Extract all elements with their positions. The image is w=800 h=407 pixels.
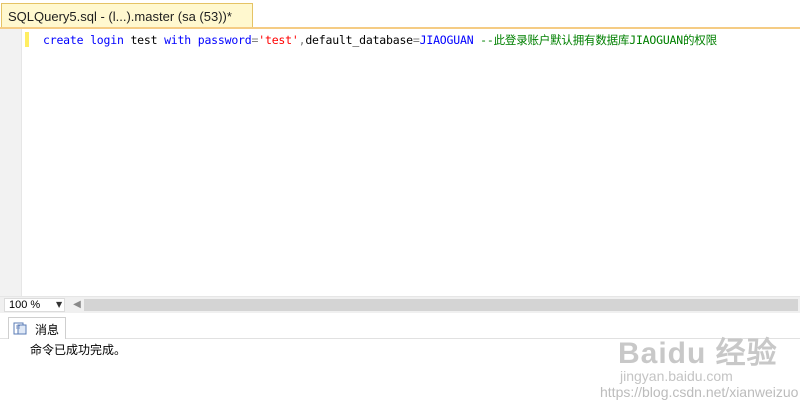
change-indicator xyxy=(25,32,29,47)
results-pane[interactable]: 命令已成功完成。 xyxy=(0,339,800,407)
default-database-option: default_database xyxy=(305,33,413,47)
keyword-create: create xyxy=(43,33,84,47)
database-name: JIAOGUAN xyxy=(419,33,474,47)
keyword-with: with xyxy=(164,33,191,47)
zoom-dropdown[interactable]: 100 % ▼ xyxy=(4,298,65,312)
scroll-left-arrow-icon[interactable]: ◀ xyxy=(70,297,84,313)
operator-equals-2: = xyxy=(412,33,420,47)
chevron-down-icon: ▼ xyxy=(56,300,63,309)
password-string: 'test' xyxy=(258,33,299,47)
horizontal-scrollbar[interactable] xyxy=(84,299,798,311)
messages-icon xyxy=(13,322,27,335)
tab-sqlquery5[interactable]: SQLQuery5.sql - (l...).master (sa (53))* xyxy=(1,3,253,29)
results-tabstrip: 消息 xyxy=(0,313,800,339)
messages-tab-label: 消息 xyxy=(35,323,60,337)
query-editor[interactable]: create login test with password='test',d… xyxy=(0,29,800,296)
code-line-1: create login test with password='test',d… xyxy=(43,32,717,48)
editor-status-bar: 100 % ▼ ◀ xyxy=(0,296,800,313)
sql-comment: --此登录账户默认拥有数据库JIAOGUAN的权限 xyxy=(480,33,717,47)
tab-title: SQLQuery5.sql - (l...).master (sa (53))* xyxy=(8,9,232,24)
login-name: test xyxy=(130,33,158,47)
editor-gutter xyxy=(0,29,22,296)
result-message: 命令已成功完成。 xyxy=(30,343,127,357)
document-tabstrip: SQLQuery5.sql - (l...).master (sa (53))* xyxy=(0,0,800,29)
keyword-login: login xyxy=(90,33,124,47)
tab-messages[interactable]: 消息 xyxy=(8,317,66,339)
keyword-password: password xyxy=(197,33,252,47)
zoom-value: 100 % xyxy=(9,299,41,311)
